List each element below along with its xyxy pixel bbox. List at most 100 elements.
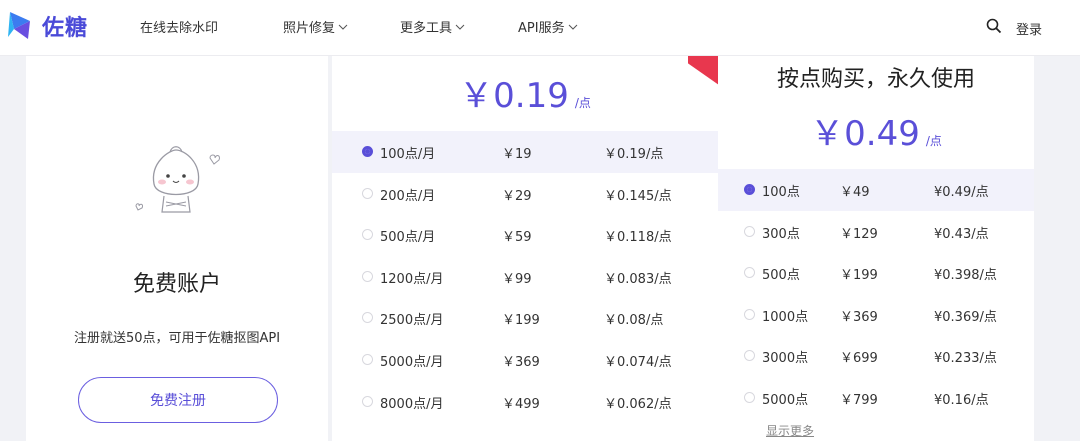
plan-amount: 100点/月 [380,147,436,162]
plan-amount: 500点 [762,268,800,284]
plan-row[interactable]: 3000点 ￥699 ¥0.233/点 [718,335,1034,377]
monthly-price: ￥0.19/点 [332,68,718,117]
plan-unit-price: ¥0.16/点 [934,392,989,408]
plan-row[interactable]: 8000点/月 ￥499 ￥0.062/点 [332,381,718,423]
points-price-value: ￥0.49 [810,114,920,154]
plan-amount: 3000点 [762,351,809,367]
points-plan-card: 按点购买，永久使用 ￥0.49/点 100点 ￥49 ¥0.49/点 300点 … [718,56,1034,441]
radio-selected[interactable] [362,146,373,157]
plan-unit-price: ￥0.118/点 [604,230,672,246]
monthly-plan-list: 100点/月 ￥19 ￥0.19/点 200点/月 ￥29 ￥0.145/点 5… [332,131,718,422]
show-more-link[interactable]: 显示更多 [766,422,814,439]
points-plan-list: 100点 ￥49 ¥0.49/点 300点 ￥129 ¥0.43/点 500点 … [718,169,1034,419]
chevron-down-icon [338,24,348,30]
plan-price: ￥799 [840,392,878,408]
nav-label: 更多工具 [400,21,453,36]
top-nav-bar: 佐糖 在线去除水印 照片修复 更多工具 API服务 登录 [0,0,1080,56]
plan-unit-price: ¥0.49/点 [934,185,989,200]
nav-label: 在线去除水印 [140,21,219,36]
page-scrollbar[interactable] [1068,56,1080,441]
nav-api-service[interactable]: API服务 [518,17,578,36]
monthly-price-unit: /点 [574,96,591,110]
plan-amount: 1000点 [762,309,809,325]
brand-logo[interactable]: 佐糖 [6,9,88,43]
plan-row[interactable]: 500点/月 ￥59 ￥0.118/点 [332,214,718,256]
radio-unselected[interactable] [744,350,755,362]
points-price-unit: /点 [925,134,942,148]
plan-amount: 2500点/月 [380,313,444,329]
radio-unselected[interactable] [744,267,755,279]
radio-unselected[interactable] [362,187,373,199]
chevron-down-icon [455,24,465,30]
radio-unselected[interactable] [362,270,373,282]
free-account-desc: 注册就送50点，可用于佐糖抠图API [73,331,281,346]
plan-amount: 500点/月 [380,230,436,246]
brand-name: 佐糖 [42,16,89,41]
radio-unselected[interactable] [744,225,755,237]
plan-row[interactable]: 5000点 ￥799 ¥0.16/点 [718,377,1034,419]
mascot-illustration [135,146,220,213]
plan-price: ￥49 [840,185,870,200]
plan-price: ￥369 [502,354,540,370]
plan-price: ￥369 [840,309,878,325]
plan-row[interactable]: 300点 ￥129 ¥0.43/点 [718,211,1034,253]
monthly-plan-card: ￥0.19/点 100点/月 ￥19 ￥0.19/点 200点/月 ￥29 ￥0… [332,56,718,441]
nav-more-tools[interactable]: 更多工具 [400,17,465,36]
radio-unselected[interactable] [362,312,373,324]
plan-row[interactable]: 100点/月 ￥19 ￥0.19/点 [332,131,718,173]
plan-amount: 5000点/月 [380,354,444,370]
plan-price: ￥29 [502,188,532,204]
plan-amount: 100点 [762,185,800,200]
login-link[interactable]: 登录 [1016,19,1042,38]
plan-row[interactable]: 5000点/月 ￥369 ￥0.074/点 [332,339,718,381]
plan-amount: 8000点/月 [380,396,444,412]
plan-price: ￥499 [502,396,540,412]
plan-unit-price: ¥0.43/点 [934,226,989,242]
plan-row[interactable]: 500点 ￥199 ¥0.398/点 [718,252,1034,294]
plan-price: ￥129 [840,226,878,242]
plan-unit-price: ¥0.233/点 [934,351,997,367]
plan-unit-price: ￥0.083/点 [604,271,672,287]
nav-label: 照片修复 [283,21,336,36]
chevron-down-icon [568,24,577,30]
plan-amount: 200点/月 [380,188,436,204]
monthly-price-value: ￥0.19 [459,76,569,116]
plan-unit-price: ¥0.398/点 [934,268,997,284]
radio-unselected[interactable] [362,229,373,241]
radio-unselected[interactable] [744,308,755,320]
plan-row[interactable]: 1000点 ￥369 ¥0.369/点 [718,294,1034,336]
plan-price: ￥699 [840,351,878,367]
points-title: 按点购买，永久使用 [776,67,975,92]
plan-amount: 1200点/月 [380,271,444,287]
plan-row[interactable]: 1200点/月 ￥99 ￥0.083/点 [332,256,718,298]
plan-unit-price: ￥0.074/点 [604,354,672,370]
radio-unselected[interactable] [362,353,373,365]
nav-label: API服务 [518,21,565,36]
logo-icon [8,12,30,39]
free-account-card: 免费账户 注册就送50点，可用于佐糖抠图API 免费注册 [26,56,328,441]
plan-price: ￥59 [502,230,532,246]
radio-unselected[interactable] [744,391,755,403]
plan-unit-price: ￥0.08/点 [604,313,664,329]
plan-price: ￥19 [502,147,532,162]
radio-selected[interactable] [744,184,755,195]
plan-amount: 300点 [762,226,800,242]
plan-row[interactable]: 200点/月 ￥29 ￥0.145/点 [332,173,718,215]
free-account-title: 免费账户 [132,272,221,297]
free-register-button[interactable]: 免费注册 [78,377,278,423]
radio-unselected[interactable] [362,395,373,407]
nav-photo-restore[interactable]: 照片修复 [283,17,348,36]
nav-remove-watermark[interactable]: 在线去除水印 [140,17,218,36]
plan-unit-price: ￥0.062/点 [604,396,672,412]
plan-price: ￥99 [502,271,532,287]
plan-row[interactable]: 2500点/月 ￥199 ￥0.08/点 [332,297,718,339]
search-icon[interactable] [986,18,1002,34]
points-price: ￥0.49/点 [718,106,1034,155]
plan-unit-price: ¥0.369/点 [934,309,997,325]
plan-price: ￥199 [502,313,540,329]
plan-amount: 5000点 [762,392,809,408]
plan-unit-price: ￥0.19/点 [604,147,664,162]
plan-unit-price: ￥0.145/点 [604,188,672,204]
plan-row[interactable]: 100点 ￥49 ¥0.49/点 [718,169,1034,211]
plan-price: ￥199 [840,268,878,284]
